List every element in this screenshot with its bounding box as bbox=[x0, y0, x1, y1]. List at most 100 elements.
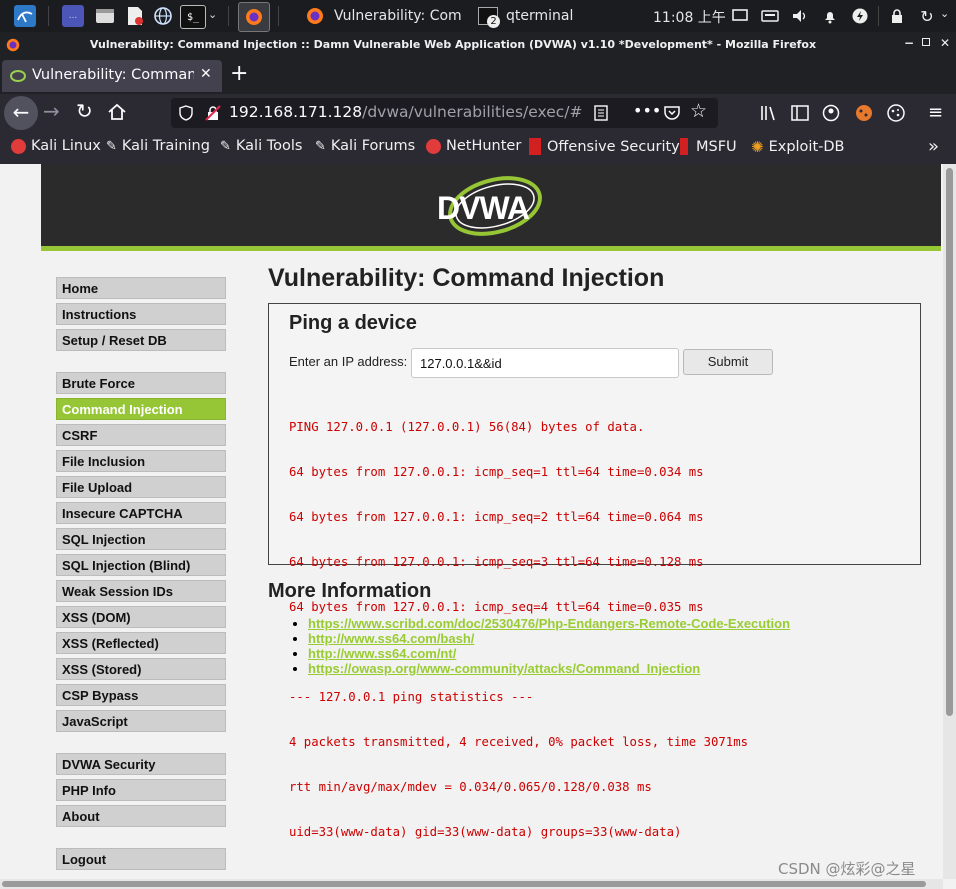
scroll-thumb[interactable] bbox=[2, 881, 926, 887]
menu-item-xss-dom[interactable]: XSS (DOM) bbox=[56, 606, 226, 628]
volume-icon[interactable] bbox=[789, 5, 811, 27]
back-button[interactable]: ← bbox=[4, 96, 38, 130]
screen-icon[interactable] bbox=[729, 5, 751, 27]
menu-item-instructions[interactable]: Instructions bbox=[56, 303, 226, 325]
bookmark-item[interactable]: ✺ Exploit-DB bbox=[751, 138, 844, 156]
menu-item-weak-session-ids[interactable]: Weak Session IDs bbox=[56, 580, 226, 602]
notification-bell-icon[interactable] bbox=[819, 5, 841, 27]
refresh-session-icon[interactable]: ↻ bbox=[916, 5, 938, 27]
menu-item-setup[interactable]: Setup / Reset DB bbox=[56, 329, 226, 351]
file-manager-icon[interactable] bbox=[94, 5, 116, 27]
ip-input[interactable] bbox=[411, 348, 679, 378]
home-icon[interactable] bbox=[107, 102, 127, 126]
text-editor-icon[interactable] bbox=[124, 5, 146, 27]
menu-item-sql-injection-blind[interactable]: SQL Injection (Blind) bbox=[56, 554, 226, 576]
page-actions-icon[interactable]: ••• bbox=[633, 101, 661, 120]
bookmark-item[interactable]: Kali Linux bbox=[11, 138, 101, 154]
menu-item-sql-injection[interactable]: SQL Injection bbox=[56, 528, 226, 550]
sidebar-icon[interactable] bbox=[791, 105, 809, 121]
output-line: 4 packets transmitted, 4 received, 0% pa… bbox=[289, 735, 749, 749]
dvwa-header: DVWA bbox=[41, 164, 941, 251]
menu-item-insecure-captcha[interactable]: Insecure CAPTCHA bbox=[56, 502, 226, 524]
forward-button[interactable]: → bbox=[43, 99, 60, 123]
show-desktop-icon[interactable]: ... bbox=[62, 5, 84, 27]
menu-item-javascript[interactable]: JavaScript bbox=[56, 710, 226, 732]
vertical-scrollbar[interactable] bbox=[943, 164, 956, 879]
library-icon[interactable] bbox=[759, 104, 777, 122]
new-tab-button[interactable]: + bbox=[230, 61, 248, 86]
chevron-down-icon[interactable]: ⌄ bbox=[940, 7, 949, 20]
taskbar-task-firefox[interactable]: Vulnerability: Com bbox=[306, 0, 472, 32]
menu-item-file-inclusion[interactable]: File Inclusion bbox=[56, 450, 226, 472]
menu-item-php-info[interactable]: PHP Info bbox=[56, 779, 226, 801]
terminal-launcher-icon[interactable]: $_ bbox=[180, 5, 206, 29]
chevron-down-icon[interactable]: ⌄ bbox=[208, 8, 217, 21]
reader-view-icon[interactable] bbox=[593, 105, 609, 121]
tab-active[interactable]: Vulnerability: Command I ✕ bbox=[2, 60, 222, 92]
minimize-icon[interactable]: − bbox=[904, 36, 914, 50]
keyboard-icon[interactable] bbox=[759, 5, 781, 27]
page-title: Vulnerability: Command Injection bbox=[268, 264, 665, 292]
bookmark-label: MSFU bbox=[696, 138, 737, 155]
output-line: 64 bytes from 127.0.0.1: icmp_seq=3 ttl=… bbox=[289, 555, 704, 569]
menu-item-csp-bypass[interactable]: CSP Bypass bbox=[56, 684, 226, 706]
bookmark-star-icon[interactable]: ☆ bbox=[690, 100, 707, 122]
extension-orange-icon[interactable] bbox=[854, 103, 874, 123]
output-line: PING 127.0.0.1 (127.0.0.1) 56(84) bytes … bbox=[289, 420, 645, 434]
submit-button[interactable]: Submit bbox=[683, 349, 773, 375]
firefox-launcher-icon[interactable] bbox=[238, 2, 270, 32]
clock[interactable]: 11:08 上午 bbox=[653, 7, 726, 27]
horizontal-scrollbar[interactable] bbox=[0, 879, 943, 889]
firefox-icon bbox=[6, 38, 20, 52]
menu-hamburger-icon[interactable]: ≡ bbox=[928, 102, 943, 123]
power-manager-icon[interactable] bbox=[849, 5, 871, 27]
lock-icon[interactable] bbox=[886, 5, 908, 27]
bookmark-item[interactable]: ✎ Kali Training bbox=[106, 138, 210, 154]
menu-item-file-upload[interactable]: File Upload bbox=[56, 476, 226, 498]
kali-menu-icon[interactable] bbox=[14, 5, 36, 27]
menu-item-xss-reflected[interactable]: XSS (Reflected) bbox=[56, 632, 226, 654]
bookmark-item[interactable]: ✎ Kali Forums bbox=[315, 138, 415, 154]
menu-item-command-injection[interactable]: Command Injection bbox=[56, 398, 226, 420]
list-item: https://owasp.org/www-community/attacks/… bbox=[308, 661, 790, 676]
url-bar[interactable]: 192.168.171.128/dvwa/vulnerabilities/exe… bbox=[171, 98, 718, 128]
output-line: 64 bytes from 127.0.0.1: icmp_seq=1 ttl=… bbox=[289, 465, 704, 479]
bookmark-label: Kali Forums bbox=[330, 138, 416, 154]
taskbar-task-qterminal[interactable]: 2 qterminal bbox=[478, 0, 588, 32]
maximize-icon[interactable] bbox=[922, 38, 930, 46]
logo-text: DVWA bbox=[437, 190, 530, 226]
menu-item-logout[interactable]: Logout bbox=[56, 848, 226, 870]
close-icon[interactable]: ✕ bbox=[940, 36, 950, 50]
menu-item-about[interactable]: About bbox=[56, 805, 226, 827]
menu-item-xss-stored[interactable]: XSS (Stored) bbox=[56, 658, 226, 680]
output-line: rtt min/avg/max/mdev = 0.034/0.065/0.128… bbox=[289, 780, 652, 794]
menu-item-home[interactable]: Home bbox=[56, 277, 226, 299]
menu-item-dvwa-security[interactable]: DVWA Security bbox=[56, 753, 226, 775]
reference-link[interactable]: https://www.scribd.com/doc/2530476/Php-E… bbox=[308, 616, 790, 631]
reference-link[interactable]: http://www.ss64.com/nt/ bbox=[308, 646, 456, 661]
url-host: 192.168.171.128 bbox=[229, 103, 363, 121]
more-bookmarks-icon[interactable]: » bbox=[928, 136, 939, 157]
pocket-icon[interactable] bbox=[663, 105, 681, 121]
insecure-lock-icon[interactable] bbox=[205, 105, 221, 121]
extension-cookie-icon[interactable] bbox=[886, 103, 906, 123]
terminal-icon: 2 bbox=[478, 7, 500, 28]
more-info-links: https://www.scribd.com/doc/2530476/Php-E… bbox=[268, 616, 790, 676]
reference-link[interactable]: https://owasp.org/www-community/attacks/… bbox=[308, 661, 700, 676]
offsec-icon bbox=[529, 138, 541, 155]
menu-item-brute-force[interactable]: Brute Force bbox=[56, 372, 226, 394]
watermark: CSDN @炫彩@之星 bbox=[778, 860, 916, 878]
tab-close-icon[interactable]: ✕ bbox=[200, 66, 212, 82]
bookmark-item[interactable]: ✎ Kali Tools bbox=[220, 138, 302, 154]
kali-logo-icon bbox=[11, 138, 26, 154]
bookmark-item[interactable]: NetHunter bbox=[426, 138, 521, 154]
reference-link[interactable]: http://www.ss64.com/bash/ bbox=[308, 631, 474, 646]
shield-icon[interactable] bbox=[179, 105, 193, 121]
scroll-thumb[interactable] bbox=[946, 168, 953, 716]
bookmark-item[interactable]: Offensive Security bbox=[529, 138, 680, 155]
account-icon[interactable] bbox=[822, 104, 840, 122]
bookmark-item[interactable]: MSFU bbox=[680, 138, 737, 155]
reload-button[interactable]: ↻ bbox=[76, 99, 93, 123]
menu-item-csrf[interactable]: CSRF bbox=[56, 424, 226, 446]
browser-globe-icon[interactable] bbox=[152, 5, 174, 27]
